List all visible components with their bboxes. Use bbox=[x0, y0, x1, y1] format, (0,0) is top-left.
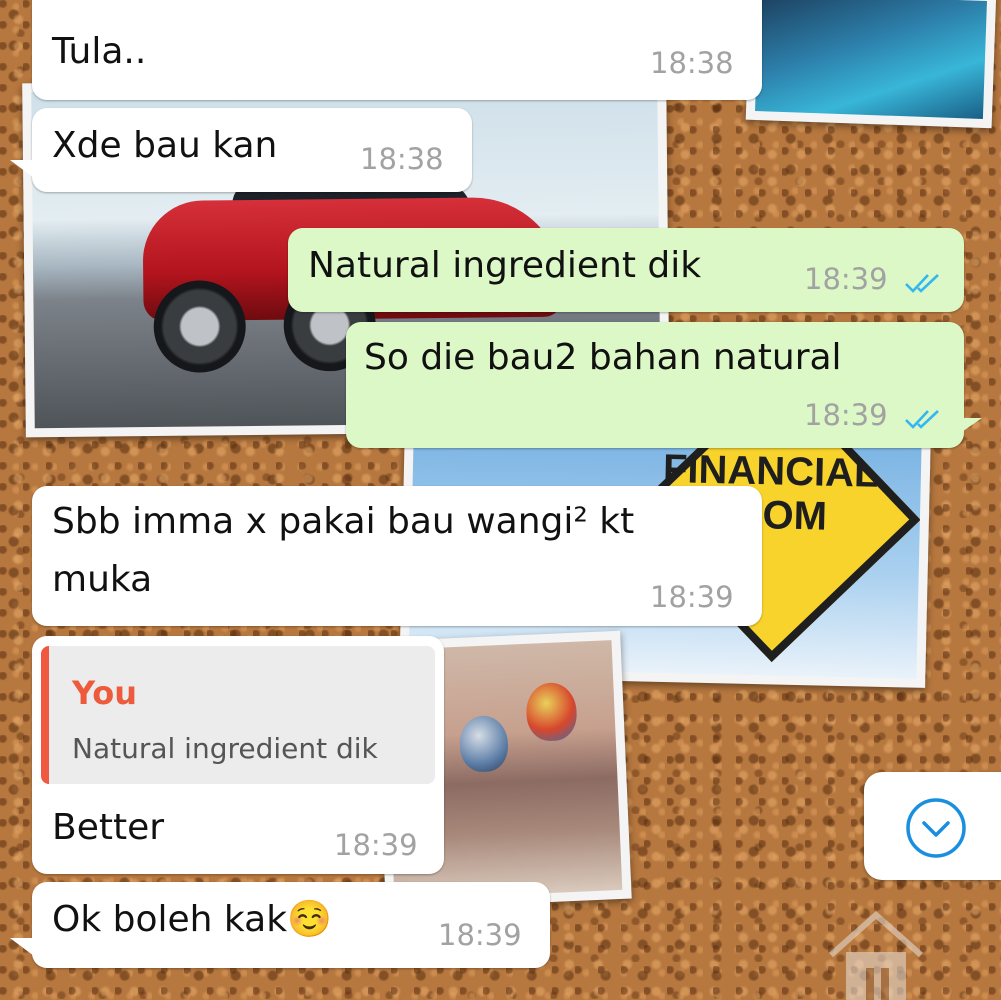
message-text: Tula.. bbox=[52, 31, 147, 72]
message-bubble-outgoing[interactable]: Natural ingredient dik 18:39 bbox=[288, 228, 964, 312]
chevron-down-circle-icon bbox=[906, 798, 966, 858]
message-bubble-incoming[interactable]: Sbb imma x pakai bau wangi² kt muka 18:3… bbox=[32, 486, 762, 626]
message-time: 18:39 bbox=[804, 262, 888, 296]
double-check-read-icon bbox=[905, 410, 939, 429]
message-bubble-incoming[interactable]: Xde bau kan 18:38 bbox=[32, 108, 472, 192]
message-text-line-2: muka bbox=[52, 559, 153, 600]
message-bubble-incoming[interactable]: Tula.. 18:38 bbox=[32, 0, 762, 100]
house-watermark-icon bbox=[829, 910, 923, 1000]
quote-accent-bar bbox=[41, 646, 49, 784]
double-check-read-icon bbox=[905, 274, 939, 293]
message-text-line-1: Sbb imma x pakai bau wangi² kt bbox=[52, 501, 635, 542]
message-time: 18:38 bbox=[650, 46, 734, 80]
quote-author: You bbox=[72, 674, 137, 712]
quote-text: Natural ingredient dik bbox=[72, 732, 378, 765]
bubble-tail bbox=[10, 938, 34, 956]
message-text: Natural ingredient dik bbox=[308, 245, 702, 286]
wallpaper-photo-water bbox=[745, 0, 997, 129]
message-time: 18:39 bbox=[804, 398, 888, 432]
scroll-to-bottom-button[interactable] bbox=[864, 772, 1001, 880]
bubble-tail bbox=[956, 418, 982, 436]
message-time: 18:39 bbox=[650, 580, 734, 614]
message-bubble-incoming-reply[interactable]: You Natural ingredient dik Better 18:39 bbox=[32, 636, 444, 874]
quoted-message[interactable]: You Natural ingredient dik bbox=[41, 646, 435, 784]
message-time: 18:38 bbox=[360, 142, 444, 176]
message-bubble-outgoing[interactable]: So die bau2 bahan natural 18:39 bbox=[346, 322, 964, 448]
message-text: So die bau2 bahan natural bbox=[364, 337, 842, 378]
message-text: Xde bau kan bbox=[52, 125, 278, 166]
message-text: Better bbox=[52, 807, 165, 848]
message-time: 18:39 bbox=[334, 828, 418, 862]
message-time: 18:39 bbox=[438, 918, 522, 952]
bubble-tail bbox=[10, 160, 34, 178]
message-text: Ok boleh kak☺️ bbox=[52, 899, 332, 940]
message-bubble-incoming[interactable]: Ok boleh kak☺️ 18:39 bbox=[32, 882, 550, 968]
